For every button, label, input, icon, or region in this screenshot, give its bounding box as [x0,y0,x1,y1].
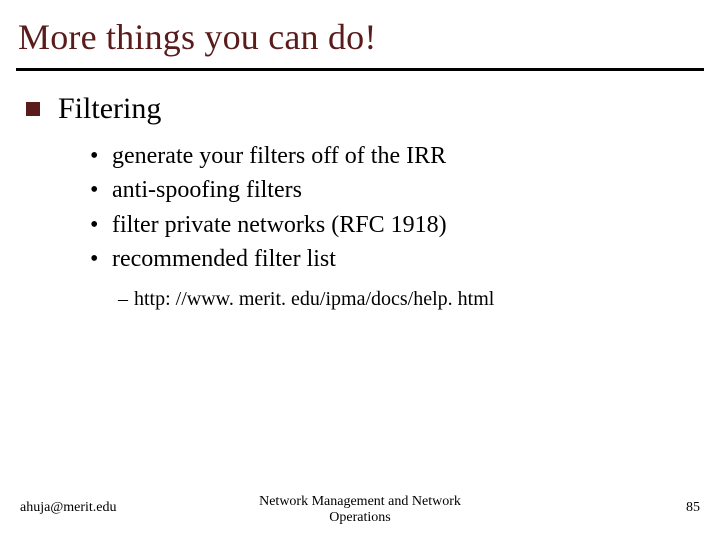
dash-bullet-icon: – [118,286,134,313]
footer-page-number: 85 [686,500,700,516]
list-item: • anti-spoofing filters [90,174,694,206]
slide-footer: ahuja@merit.edu Network Management and N… [0,490,720,530]
bullet-level3-list: – http: //www. merit. edu/ipma/docs/help… [118,286,694,313]
title-rule [16,68,704,71]
sub-list-item: – http: //www. merit. edu/ipma/docs/help… [118,286,694,313]
list-item-text: recommended filter list [112,243,336,275]
dot-bullet-icon: • [90,209,112,241]
slide-body: Filtering • generate your filters off of… [26,92,694,313]
bullet-level1-text: Filtering [58,92,161,126]
slide-title: More things you can do! [18,16,377,58]
bullet-level1: Filtering [26,92,694,126]
list-item-text: anti-spoofing filters [112,174,302,206]
footer-center-line2: Operations [329,510,390,525]
list-item: • recommended filter list [90,243,694,275]
dot-bullet-icon: • [90,243,112,275]
dot-bullet-icon: • [90,140,112,172]
square-bullet-icon [26,102,40,116]
sub-list-item-text: http: //www. merit. edu/ipma/docs/help. … [134,286,494,313]
bullet-level2-list: • generate your filters off of the IRR •… [90,140,694,276]
list-item: • filter private networks (RFC 1918) [90,209,694,241]
footer-center: Network Management and Network Operation… [0,494,720,526]
footer-center-line1: Network Management and Network [259,494,461,509]
slide: More things you can do! Filtering • gene… [0,0,720,540]
list-item-text: generate your filters off of the IRR [112,140,446,172]
list-item-text: filter private networks (RFC 1918) [112,209,447,241]
list-item: • generate your filters off of the IRR [90,140,694,172]
dot-bullet-icon: • [90,174,112,206]
